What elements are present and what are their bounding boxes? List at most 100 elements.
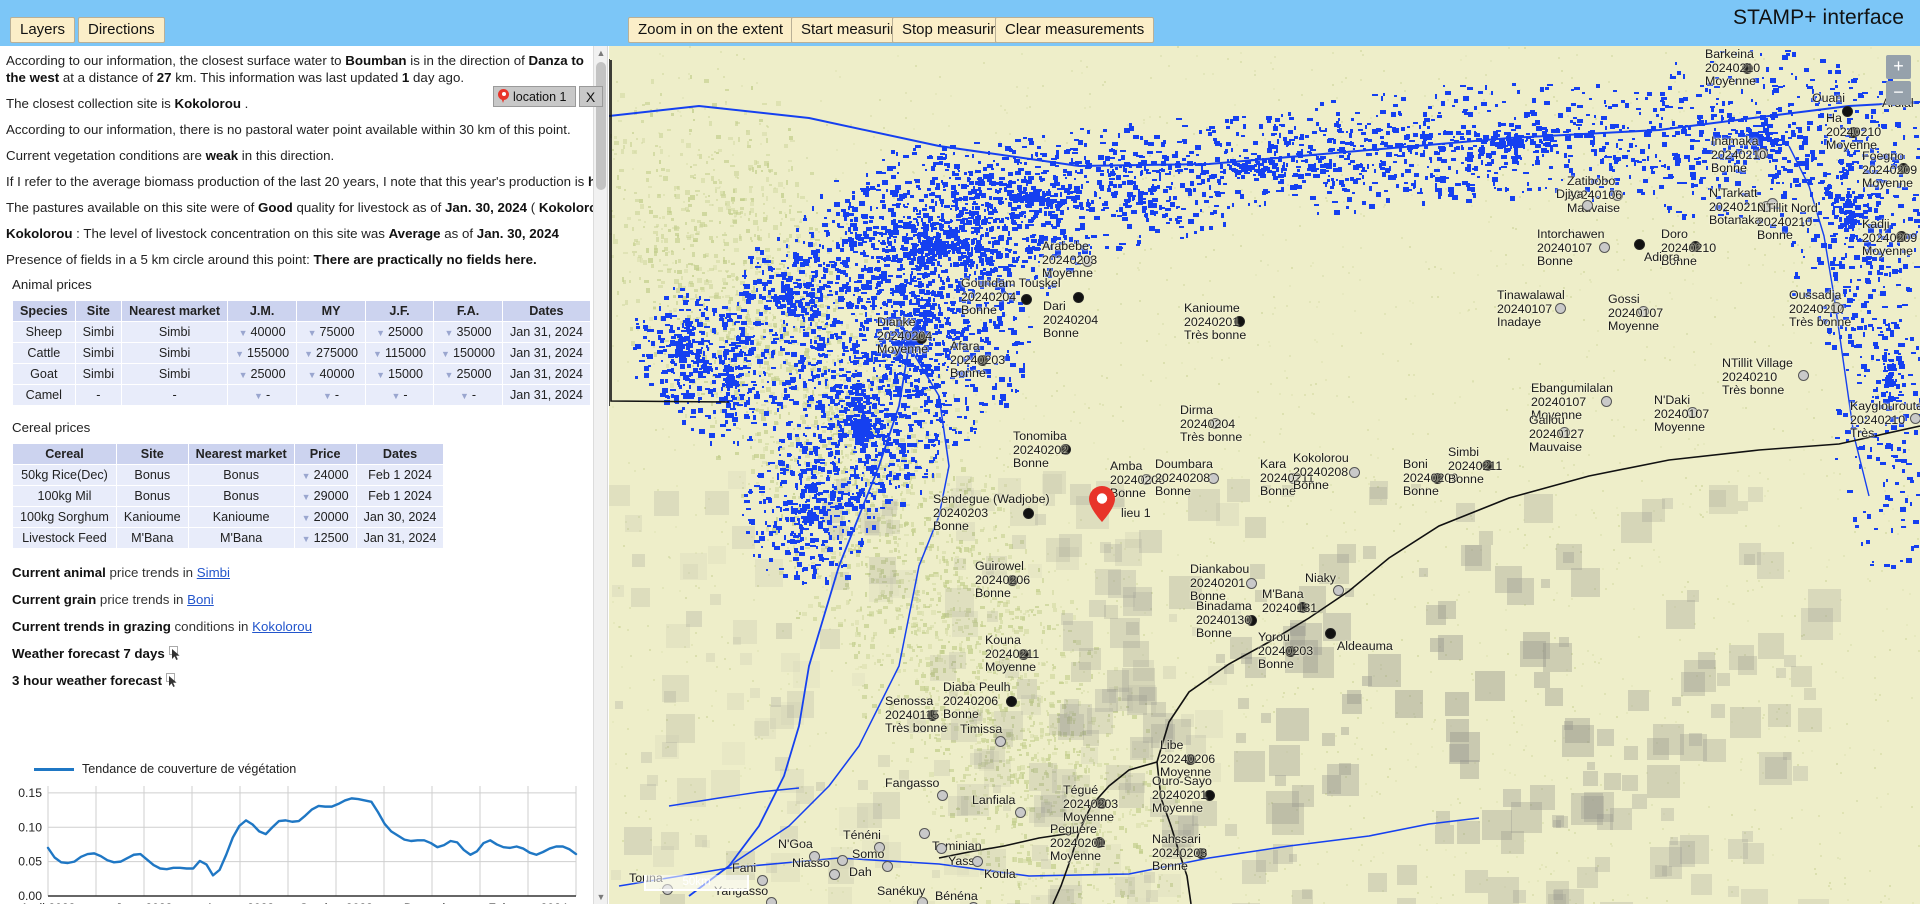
map-marker-dot[interactable] (882, 861, 893, 872)
map-marker-dot[interactable] (972, 856, 983, 867)
map-marker-dot[interactable] (1288, 473, 1299, 484)
table-cell: Jan 31, 2024 (503, 322, 590, 342)
panel-scrollbar[interactable]: ▲ ▼ (593, 46, 607, 904)
scroll-up-arrow[interactable]: ▲ (594, 46, 607, 60)
map-marker-dot[interactable] (1910, 413, 1920, 424)
location-badge[interactable]: location 1 (493, 86, 576, 107)
map-marker-dot[interactable] (1015, 807, 1026, 818)
map-marker-dot[interactable] (1612, 190, 1623, 201)
map-marker-dot[interactable] (936, 843, 947, 854)
map-marker-dot[interactable] (927, 710, 938, 721)
map-marker-dot[interactable] (1582, 200, 1593, 211)
map-marker-dot[interactable] (1021, 294, 1032, 305)
map-marker-dot[interactable] (874, 842, 885, 853)
table-row: Camel - - ▼ - ▼ - ▼ - ▼ - Jan 31, 2024 (13, 385, 590, 405)
map-marker-dot[interactable] (1246, 578, 1257, 589)
map-marker-dot[interactable] (766, 897, 777, 904)
map-marker-dot[interactable] (916, 333, 927, 344)
scrollbar-thumb[interactable] (596, 62, 606, 190)
selected-location-pin[interactable] (1089, 486, 1115, 522)
map-marker-dot[interactable] (1094, 837, 1105, 848)
map-marker-dot[interactable] (1898, 163, 1909, 174)
map-marker-dot[interactable] (1482, 460, 1493, 471)
map-marker-dot[interactable] (1432, 473, 1443, 484)
map-marker-dot[interactable] (1196, 848, 1207, 859)
map-marker-dot[interactable] (1073, 292, 1084, 303)
map-marker-dot[interactable] (1285, 646, 1296, 657)
map-marker-dot[interactable] (1848, 127, 1859, 138)
map-marker-dot[interactable] (1757, 148, 1768, 159)
column-header-1: Site (116, 444, 188, 464)
map-marker-dot[interactable] (1767, 198, 1778, 209)
layers-button[interactable]: Layers (10, 17, 76, 43)
map-marker-dot[interactable] (1634, 239, 1645, 250)
map-marker-dot[interactable] (1831, 302, 1842, 313)
map-marker-dot[interactable] (1141, 474, 1152, 485)
weather-3hour-line[interactable]: 3 hour weather forecast (12, 673, 592, 688)
map-marker-dot[interactable] (917, 897, 928, 904)
zoom-extent-button[interactable]: Zoom in on the extent (628, 17, 794, 43)
map-marker-dot[interactable] (919, 828, 930, 839)
map-marker-dot[interactable] (1082, 256, 1093, 267)
map-marker-dot[interactable] (977, 355, 988, 366)
scroll-down-arrow[interactable]: ▼ (594, 890, 607, 904)
map-marker-dot[interactable] (1690, 241, 1701, 252)
zoom-out-button[interactable]: − (1886, 81, 1911, 105)
map-marker-dot[interactable] (1559, 427, 1570, 438)
directions-button[interactable]: Directions (78, 17, 165, 43)
price-down-icon: ▼ (301, 471, 311, 481)
map-marker-dot[interactable] (1638, 306, 1649, 317)
map-marker-dot[interactable] (1742, 63, 1753, 74)
table-cell: Jan 31, 2024 (503, 343, 590, 363)
map-marker-dot[interactable] (1842, 106, 1853, 117)
weather-7day-label: Weather forecast 7 days (12, 646, 165, 661)
clear-measurements-button[interactable]: Clear measurements (995, 17, 1155, 43)
animal-price-trends-label: Current animal (12, 565, 106, 580)
map-marker-dot[interactable] (1687, 407, 1698, 418)
price-down-icon: ▼ (441, 349, 450, 359)
map-marker-dot[interactable] (1234, 316, 1245, 327)
map-marker-dot[interactable] (1018, 649, 1029, 660)
map-marker-dot[interactable] (1798, 370, 1809, 381)
table-cell: Simbi (122, 364, 228, 384)
weather-3hour-label: 3 hour weather forecast (12, 673, 163, 688)
map-marker-dot[interactable] (1896, 231, 1907, 242)
map-marker-dot[interactable] (1599, 242, 1610, 253)
zoom-in-button[interactable]: + (1886, 55, 1911, 79)
map-marker-dot[interactable] (1349, 467, 1360, 478)
map-marker-dot[interactable] (1023, 508, 1034, 519)
map-marker-dot[interactable] (1601, 396, 1612, 407)
map-marker-dot[interactable] (1096, 798, 1107, 809)
map-marker-dot[interactable] (829, 869, 840, 880)
map-marker-dot[interactable] (1333, 585, 1344, 596)
simbi-link[interactable]: Simbi (197, 565, 230, 580)
map-marker-dot[interactable] (757, 875, 768, 886)
map-marker-dot[interactable] (1006, 696, 1017, 707)
kokolorou-link[interactable]: Kokolorou (252, 619, 312, 634)
table-header-row: Species Site Nearest market J.M. MY J.F. F.A. D… (13, 301, 590, 321)
map-marker-dot[interactable] (995, 736, 1006, 747)
map-marker-dot[interactable] (1246, 615, 1257, 626)
map-marker-dot[interactable] (1208, 473, 1219, 484)
table-cell: ▼ 25000 (434, 364, 502, 384)
table-cell: 100kg Mil (13, 486, 116, 506)
map-canvas[interactable]: Barkeina20240210MoyenneOuaniArdialHa2024… (609, 46, 1920, 904)
table-cell: ▼ 35000 (434, 322, 502, 342)
price-down-icon: ▼ (391, 391, 401, 401)
info-panel-content: According to our information, the closes… (0, 46, 602, 904)
map-marker-dot[interactable] (1204, 790, 1215, 801)
weather-7day-line[interactable]: Weather forecast 7 days (12, 646, 592, 661)
close-location-button[interactable]: X (578, 86, 603, 107)
map-marker-dot[interactable] (1297, 602, 1308, 613)
map-marker-dot[interactable] (837, 855, 848, 866)
map-marker-dot[interactable] (809, 851, 820, 862)
map-marker-dot[interactable] (1210, 418, 1221, 429)
price-down-icon: ▼ (373, 349, 382, 359)
map-marker-dot[interactable] (1007, 575, 1018, 586)
boni-link[interactable]: Boni (187, 592, 214, 607)
map-marker-dot[interactable] (1325, 628, 1336, 639)
map-marker-dot[interactable] (1555, 303, 1566, 314)
map-marker-dot[interactable] (937, 790, 948, 801)
map-marker-dot[interactable] (1060, 444, 1071, 455)
map-marker-dot[interactable] (1185, 754, 1196, 765)
